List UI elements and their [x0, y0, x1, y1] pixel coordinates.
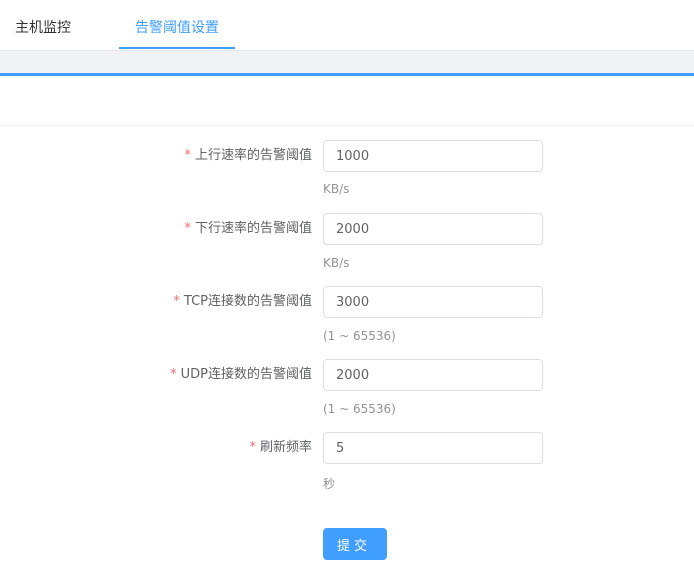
tab-bar: 主机监控 告警阈值设置	[0, 0, 694, 51]
tab-alarm-threshold-settings[interactable]: 告警阈值设置	[119, 0, 235, 50]
tcp-connections-input[interactable]	[323, 286, 543, 318]
upload-rate-label-text: 上行速率的告警阈值	[194, 148, 312, 163]
required-mark: *	[170, 367, 177, 382]
form-item-refresh-frequency: * 刷新频率	[0, 432, 694, 464]
header-band	[0, 51, 694, 73]
upload-rate-unit: KB/s	[323, 182, 350, 196]
tcp-connections-range: (1 ~ 65536)	[323, 329, 396, 343]
active-tab-indicator	[119, 47, 235, 49]
download-rate-unit: KB/s	[323, 256, 350, 270]
submit-button[interactable]: 提交	[323, 528, 387, 560]
download-rate-input[interactable]	[323, 213, 543, 245]
udp-connections-range: (1 ~ 65536)	[323, 402, 396, 416]
refresh-frequency-label: * 刷新频率	[249, 432, 312, 464]
upload-rate-input[interactable]	[323, 140, 543, 172]
form-item-download-rate: * 下行速率的告警阈值	[0, 213, 694, 245]
download-rate-label: * 下行速率的告警阈值	[184, 213, 312, 245]
udp-connections-input[interactable]	[323, 359, 543, 391]
accent-line	[0, 73, 694, 76]
required-mark: *	[184, 148, 191, 163]
refresh-frequency-input[interactable]	[323, 432, 543, 464]
form-item-upload-rate: * 上行速率的告警阈值	[0, 140, 694, 172]
tcp-connections-label-text: TCP连接数的告警阈值	[183, 294, 312, 309]
download-rate-label-text: 下行速率的告警阈值	[194, 221, 312, 236]
required-mark: *	[173, 294, 180, 309]
required-mark: *	[249, 440, 256, 455]
upload-rate-label: * 上行速率的告警阈值	[184, 140, 312, 172]
form-item-tcp-connections: * TCP连接数的告警阈值	[0, 286, 694, 318]
tcp-connections-label: * TCP连接数的告警阈值	[173, 286, 312, 318]
udp-connections-label-text: UDP连接数的告警阈值	[180, 367, 312, 382]
required-mark: *	[184, 221, 191, 236]
alarm-threshold-page: 主机监控 告警阈值设置 *上行速率的告警阈值 KB/s *下行速率的告警阈值 K…	[0, 0, 694, 562]
section-divider	[0, 125, 694, 126]
tab-host-monitor[interactable]: 主机监控	[15, 0, 71, 50]
form-item-udp-connections: * UDP连接数的告警阈值	[0, 359, 694, 391]
refresh-frequency-unit: 秒	[323, 477, 336, 491]
udp-connections-label: * UDP连接数的告警阈值	[170, 359, 312, 391]
refresh-frequency-label-text: 刷新频率	[259, 440, 312, 455]
